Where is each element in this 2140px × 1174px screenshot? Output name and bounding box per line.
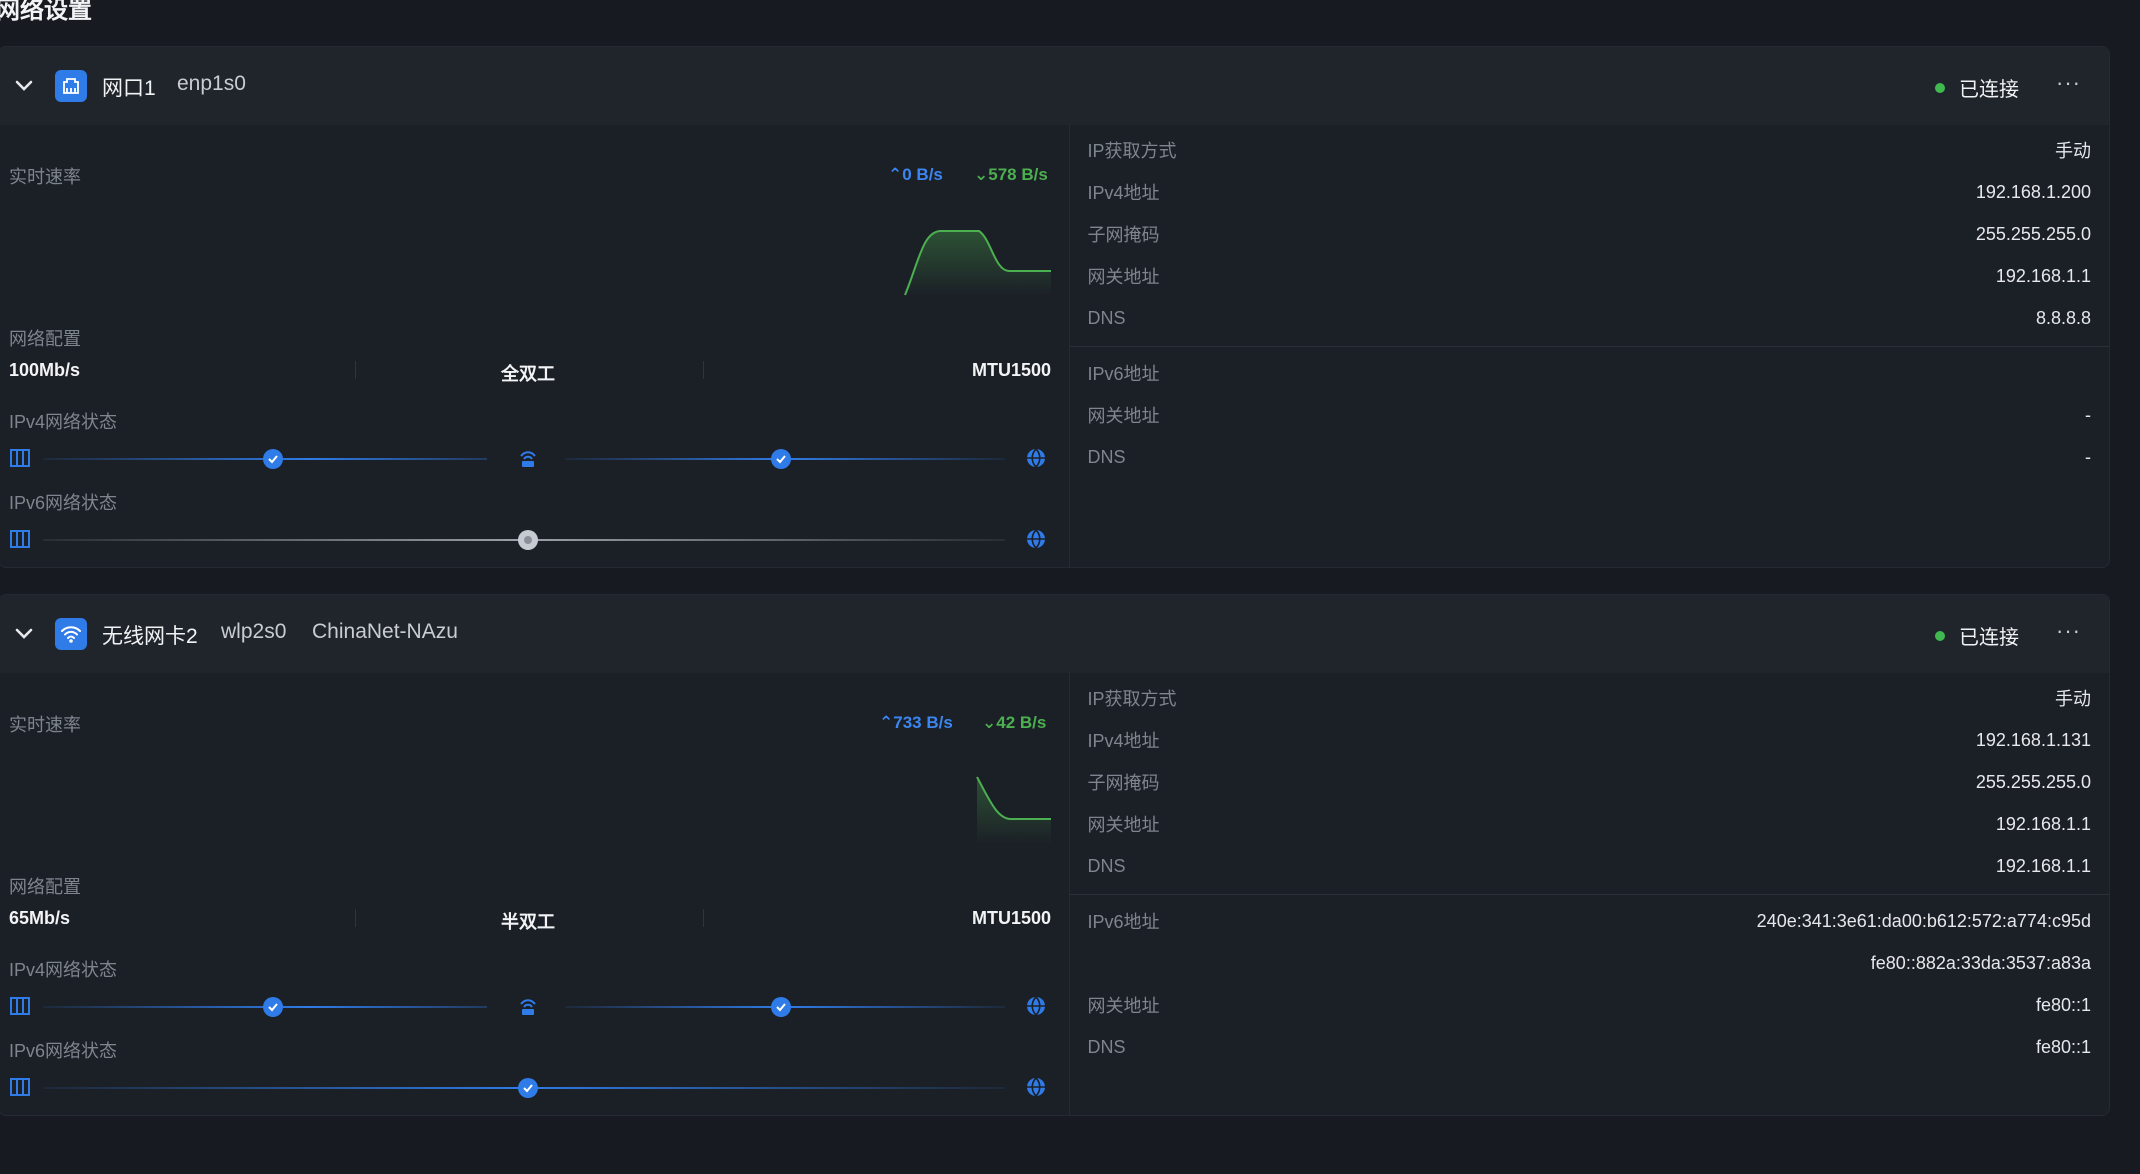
chevron-down-icon[interactable] — [13, 75, 35, 97]
interface-name: 网口1 — [102, 77, 156, 100]
globe-icon — [1027, 996, 1045, 1016]
detail-row: 网关地址 fe80::1 — [1087, 994, 2092, 1017]
ipv4-link-ok-icon — [263, 997, 283, 1017]
status-badge: 已连接 — [1935, 73, 2019, 102]
ip-details-panel: IP获取方式 手动 IPv4地址 192.168.1.131 子网掩码 255.255… — [1068, 673, 2109, 1115]
ethernet-port-icon — [55, 70, 87, 102]
status-text: 已连接 — [1959, 627, 2019, 649]
detail-row: 网关地址 192.168.1.1 — [1087, 265, 2092, 288]
detail-row: 网关地址 - — [1087, 404, 2092, 427]
speed-label: 实时速率 — [9, 167, 81, 187]
globe-icon — [1027, 1077, 1045, 1097]
local-device-icon — [10, 449, 30, 467]
duplex-mode: 全双工 — [501, 364, 555, 384]
local-device-icon — [10, 530, 30, 548]
speed-label: 实时速率 — [9, 715, 81, 735]
detail-row: fe80::882a:33da:3537:a83a — [1870, 952, 2091, 973]
interface-device: enp1s0 — [177, 72, 246, 95]
card-header[interactable]: 网口1 enp1s0 已连接 ··· — [0, 47, 2109, 125]
upload-speed: ⌃733 B/s — [879, 713, 953, 732]
detail-row: 子网掩码 255.255.255.0 — [1087, 223, 2092, 246]
router-icon — [520, 999, 536, 1015]
ipv6-status-label: IPv6网络状态 — [9, 1041, 118, 1061]
net-config-label: 网络配置 — [9, 877, 81, 897]
wifi-ssid: ChinaNet-NAzu — [312, 620, 458, 643]
interface-card-wireless: 无线网卡2 wlp2s0 ChinaNet-NAzu 已连接 ··· 实时速率 … — [0, 594, 2110, 1116]
mtu-value: MTU1500 — [972, 360, 1052, 380]
ipv4-status-label: IPv4网络状态 — [9, 960, 118, 980]
ipv4-status-label: IPv4网络状态 — [9, 412, 118, 432]
interface-device: wlp2s0 — [221, 620, 287, 643]
detail-row: 子网掩码 255.255.255.0 — [1087, 771, 2092, 794]
speed-sparkline — [976, 776, 1051, 845]
detail-row: DNS 8.8.8.8 — [1087, 307, 2092, 328]
ipv4-link-ok-icon — [263, 449, 283, 469]
router-icon — [520, 451, 536, 467]
status-panel: 实时速率 ⌃733 B/s ⌄42 B/s 网络配置 65Mb/s 半双工 MT… — [0, 673, 1069, 1115]
ip-details-panel: IP获取方式 手动 IPv4地址 192.168.1.200 子网掩码 255.255… — [1068, 125, 2109, 567]
chevron-down-icon[interactable] — [13, 623, 35, 645]
detail-row: DNS - — [1087, 446, 2092, 467]
detail-row: 网关地址 192.168.1.1 — [1087, 813, 2092, 836]
duplex-mode: 半双工 — [501, 912, 555, 932]
net-config-label: 网络配置 — [9, 329, 81, 349]
globe-icon — [1027, 448, 1045, 468]
detail-row: IPv6地址 — [1087, 364, 1160, 384]
detail-row: IP获取方式 手动 — [1087, 141, 2092, 161]
ipv6-link-off-icon — [518, 530, 538, 550]
detail-row: DNS 192.168.1.1 — [1087, 855, 2092, 876]
connected-dot-icon — [1935, 630, 1945, 641]
status-text: 已连接 — [1959, 79, 2019, 101]
local-device-icon — [10, 1078, 30, 1096]
connected-dot-icon — [1935, 82, 1945, 93]
link-speed: 65Mb/s — [9, 908, 71, 928]
page-title: 网络设置 — [0, 0, 92, 24]
card-header[interactable]: 无线网卡2 wlp2s0 ChinaNet-NAzu 已连接 ··· — [0, 595, 2109, 673]
ipv4-internet-ok-icon — [771, 997, 791, 1017]
interface-name: 无线网卡2 — [102, 625, 198, 648]
upload-speed: ⌃0 B/s — [888, 165, 943, 184]
link-speed: 100Mb/s — [9, 360, 81, 380]
status-panel: 实时速率 ⌃0 B/s ⌄578 B/s 网络配置 100Mb/s 全双工 MT… — [0, 125, 1069, 567]
local-device-icon — [10, 997, 30, 1015]
download-speed: ⌄578 B/s — [974, 165, 1048, 184]
wifi-icon — [55, 618, 87, 650]
ipv4-internet-ok-icon — [771, 449, 791, 469]
detail-row: IP获取方式 手动 — [1087, 689, 2092, 709]
detail-row: IPv4地址 192.168.1.131 — [1087, 729, 2092, 752]
more-options-button[interactable]: ··· — [2056, 70, 2081, 96]
interface-card-ethernet: 网口1 enp1s0 已连接 ··· 实时速率 ⌃0 B/s ⌄578 B/s … — [0, 46, 2110, 568]
detail-row: IPv6地址 240e:341:3e61:da00:b612:572:a774:c… — [1087, 910, 2092, 933]
detail-row: IPv4地址 192.168.1.200 — [1087, 181, 2092, 204]
ipv6-link-ok-icon — [518, 1078, 538, 1098]
ipv6-status-label: IPv6网络状态 — [9, 493, 118, 513]
status-badge: 已连接 — [1935, 621, 2019, 650]
download-speed: ⌄42 B/s — [982, 713, 1047, 732]
detail-row: DNS fe80::1 — [1087, 1036, 2092, 1057]
globe-icon — [1027, 529, 1045, 549]
more-options-button[interactable]: ··· — [2056, 618, 2081, 644]
mtu-value: MTU1500 — [972, 908, 1052, 928]
speed-sparkline — [904, 230, 1051, 297]
